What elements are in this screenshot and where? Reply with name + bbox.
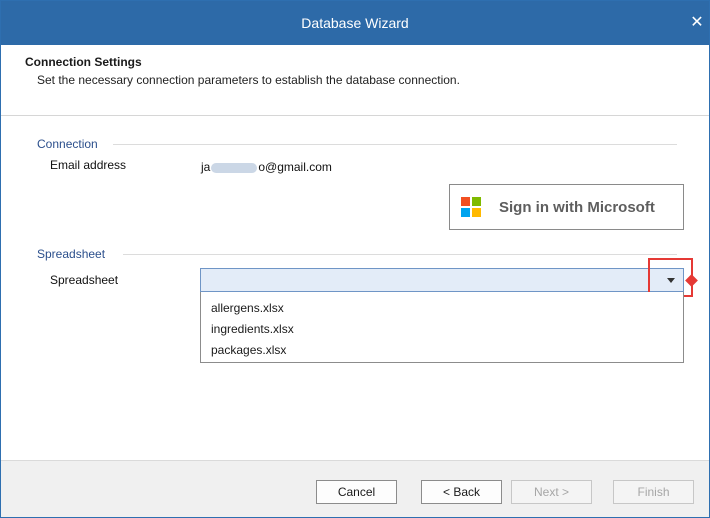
connection-group-label: Connection xyxy=(37,137,98,151)
spreadsheet-group-divider xyxy=(123,254,677,255)
sign-in-with-microsoft-button[interactable]: Sign in with Microsoft xyxy=(449,184,684,230)
cancel-button[interactable]: Cancel xyxy=(316,480,397,504)
wizard-footer: Cancel < Back Next > Finish xyxy=(1,460,709,517)
close-icon[interactable]: ✕ xyxy=(685,1,709,45)
redacted-blur xyxy=(211,162,258,173)
dropdown-option-allergens[interactable]: allergens.xlsx xyxy=(211,301,671,317)
window-title: Database Wizard xyxy=(301,15,409,31)
email-prefix: ja xyxy=(201,160,211,174)
page-subtitle: Set the necessary connection parameters … xyxy=(37,73,460,87)
email-suffix: o@gmail.com xyxy=(258,160,332,174)
dropdown-option-packages[interactable]: packages.xlsx xyxy=(211,343,671,359)
spreadsheet-dropdown-list: allergens.xlsx ingredients.xlsx packages… xyxy=(200,292,684,363)
title-bar: Database Wizard ✕ xyxy=(1,1,709,45)
spreadsheet-field-label: Spreadsheet xyxy=(50,273,119,287)
spreadsheet-select[interactable] xyxy=(200,268,684,292)
finish-button[interactable]: Finish xyxy=(613,480,694,504)
sign-in-button-label: Sign in with Microsoft xyxy=(499,199,655,216)
chevron-down-icon[interactable] xyxy=(667,278,675,283)
back-button[interactable]: < Back xyxy=(421,480,502,504)
next-button[interactable]: Next > xyxy=(511,480,592,504)
page-title: Connection Settings xyxy=(25,55,142,69)
dropdown-option-ingredients[interactable]: ingredients.xlsx xyxy=(211,322,671,338)
microsoft-logo-icon xyxy=(461,197,481,217)
email-address-label: Email address xyxy=(50,158,127,172)
connection-group-divider xyxy=(113,144,677,145)
email-address-value: ja o@gmail.com xyxy=(201,160,332,174)
error-diamond-icon xyxy=(685,274,698,287)
wizard-header: Connection Settings Set the necessary co… xyxy=(1,45,709,116)
spreadsheet-group-label: Spreadsheet xyxy=(37,247,106,261)
database-wizard-window: Database Wizard ✕ Connection Settings Se… xyxy=(0,0,710,518)
